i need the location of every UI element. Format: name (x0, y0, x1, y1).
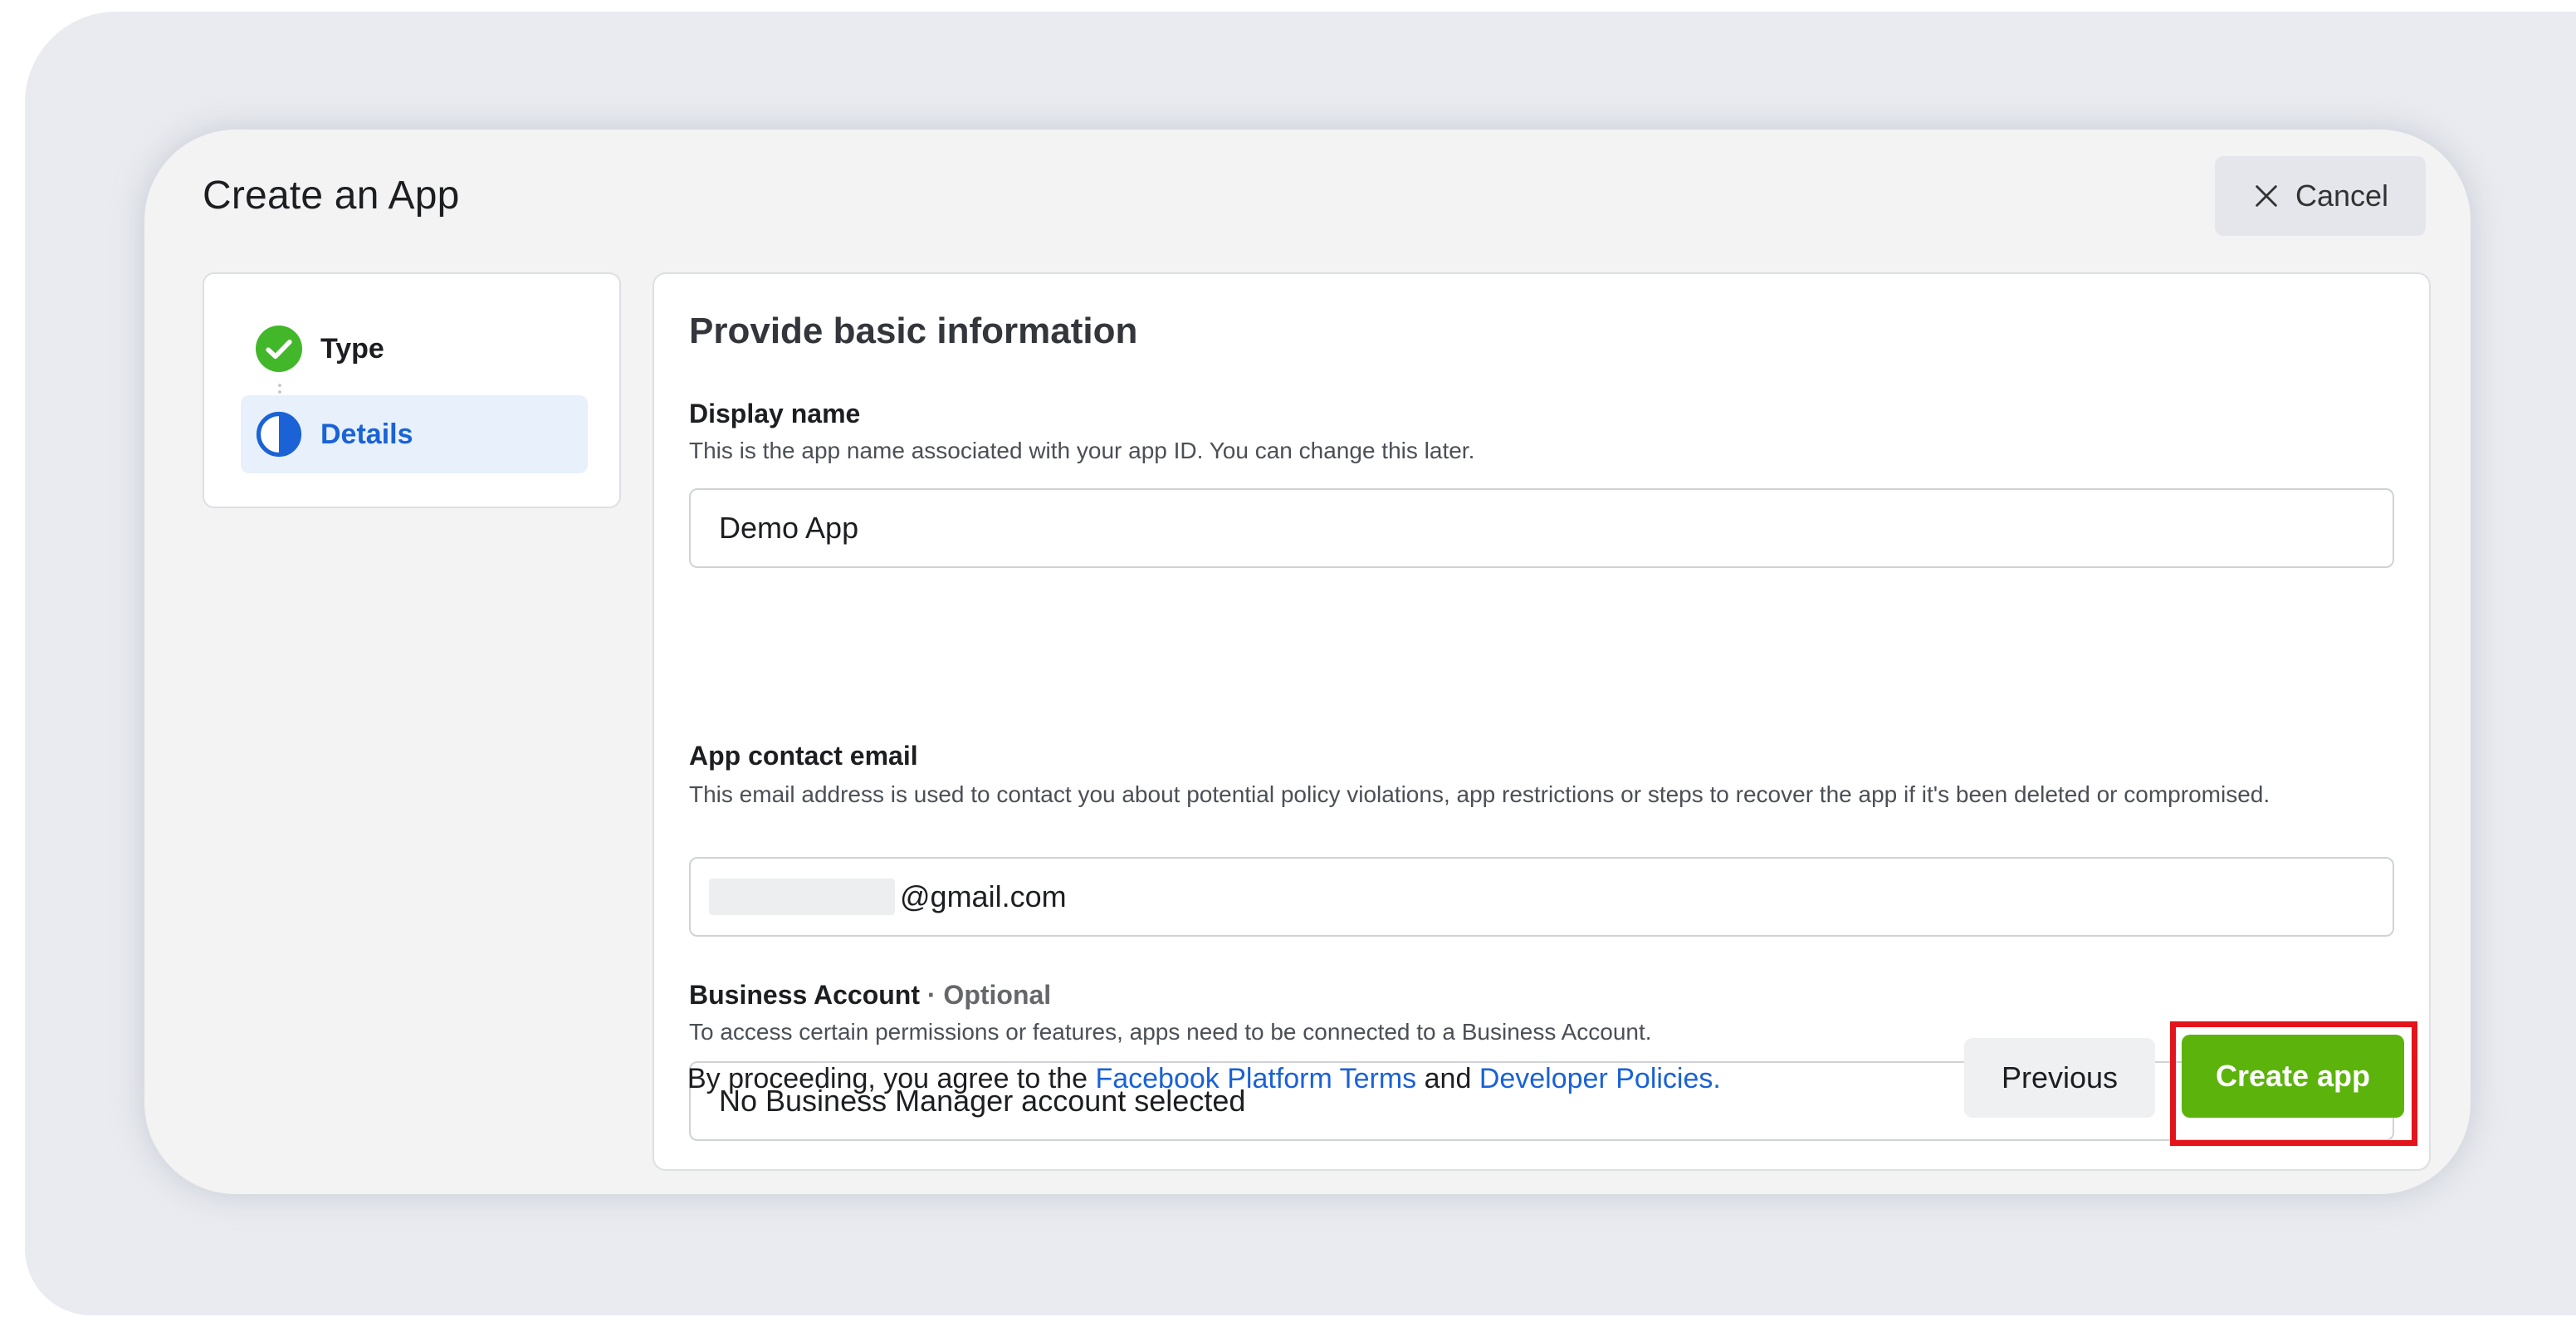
step-type[interactable]: Type (256, 326, 384, 372)
close-icon (2256, 185, 2277, 207)
terms-prefix: By proceeding, you agree to the (687, 1063, 1096, 1094)
step-details-label: Details (320, 418, 413, 450)
step-type-label: Type (320, 332, 384, 365)
developer-policies-link[interactable]: Developer Policies. (1479, 1063, 1721, 1094)
form-footer-layer: By proceeding, you agree to the Facebook… (653, 272, 2431, 1171)
dialog-title: Create an App (203, 174, 460, 218)
check-circle-icon (256, 326, 302, 372)
platform-terms-link[interactable]: Facebook Platform Terms (1095, 1063, 1416, 1094)
terms-text: By proceeding, you agree to the Facebook… (687, 1063, 1721, 1095)
step-details[interactable]: Details (241, 395, 588, 473)
cancel-button[interactable]: Cancel (2215, 156, 2426, 236)
create-app-button[interactable]: Create app (2182, 1035, 2404, 1118)
cancel-label: Cancel (2295, 179, 2389, 213)
previous-button[interactable]: Previous (1964, 1038, 2155, 1118)
half-circle-icon (256, 411, 302, 458)
steps-sidebar: Type Details (203, 272, 621, 508)
terms-middle: and (1416, 1063, 1479, 1094)
